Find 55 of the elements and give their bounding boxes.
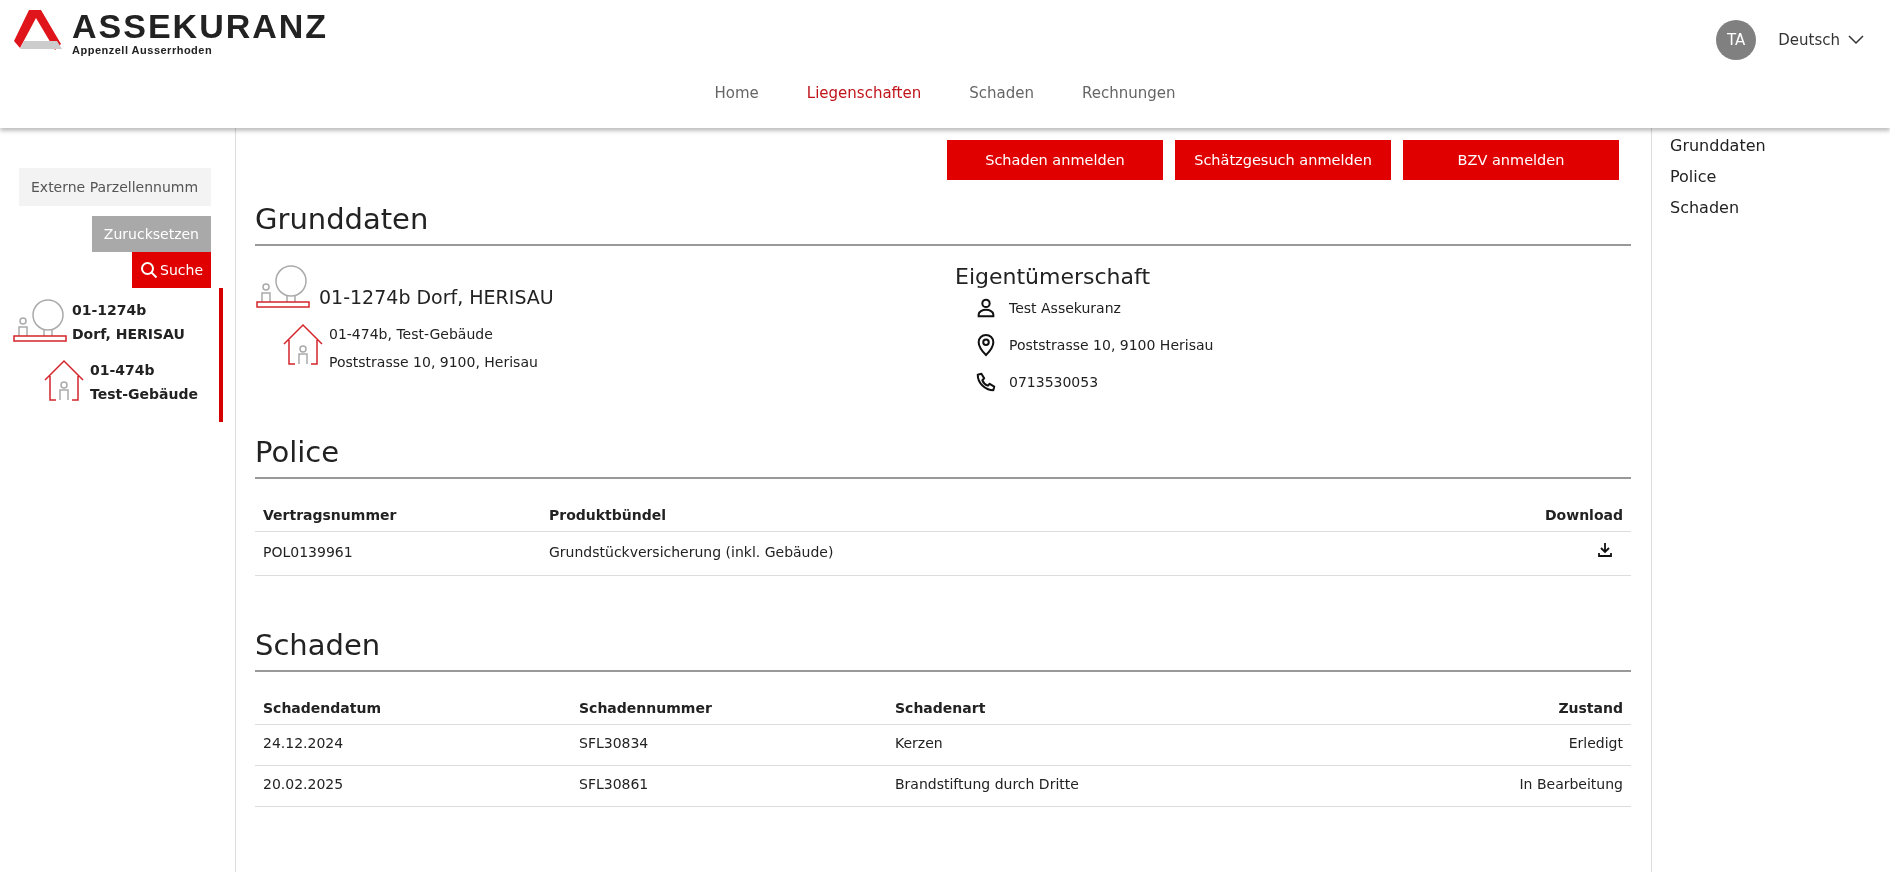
- section-heading: Police: [255, 435, 1631, 479]
- search-button[interactable]: Suche: [132, 252, 211, 288]
- logo-title: ASSEKURANZ: [72, 8, 329, 44]
- owner-detail: Test Assekuranz: [1009, 300, 1121, 316]
- table-cell: 20.02.2025: [263, 776, 344, 792]
- column-header: Zustand: [1558, 700, 1623, 716]
- column-header: Schadenart: [895, 700, 986, 716]
- house-icon: [281, 322, 325, 366]
- person-icon: [975, 297, 997, 319]
- table-cell: SFL30861: [579, 776, 649, 792]
- user-avatar[interactable]: TA: [1716, 20, 1757, 60]
- toc-link[interactable]: Grunddaten: [1670, 136, 1890, 155]
- column-header: Schadendatum: [263, 700, 381, 716]
- building-address: Poststrasse 10, 9100, Herisau: [329, 354, 538, 370]
- parcel-icon: [12, 298, 68, 342]
- action-button[interactable]: BZV anmelden: [1403, 140, 1619, 180]
- table-cell: In Bearbeitung: [1519, 776, 1623, 792]
- toc-link[interactable]: Police: [1670, 167, 1890, 186]
- logo-icon: [14, 8, 64, 52]
- action-button[interactable]: Schaden anmelden: [947, 140, 1163, 180]
- table-cell: Grundstückversicherung (inkl. Gebäude): [549, 543, 834, 560]
- logo-subtitle: Appenzell Ausserrhoden: [72, 44, 214, 56]
- column-header: Vertragsnummer: [263, 507, 397, 523]
- column-header: Schadennummer: [579, 700, 712, 716]
- table-cell: SFL30834: [579, 735, 649, 751]
- phone-icon: [975, 371, 997, 393]
- tree-item[interactable]: 01-474b Test-Gebäude: [90, 358, 198, 406]
- table-cell: Erledigt: [1568, 735, 1623, 751]
- language-dropdown[interactable]: Deutsch: [1778, 31, 1864, 49]
- table-cell: 24.12.2024: [263, 735, 344, 751]
- location-pin-icon: [975, 333, 997, 357]
- owner-detail: Poststrasse 10, 9100 Herisau: [1009, 337, 1214, 353]
- table-cell: POL0139961: [263, 543, 353, 560]
- nav-link[interactable]: Liegenschaften: [806, 84, 922, 102]
- table-cell: Brandstiftung durch Dritte: [895, 776, 1079, 792]
- parcel-icon: [255, 264, 311, 308]
- table-cell: Kerzen: [895, 735, 943, 751]
- tree-item[interactable]: 01-1274b Dorf, HERISAU: [72, 298, 185, 346]
- column-header: Produktbündel: [549, 507, 667, 523]
- parcel-search-field[interactable]: Externe Parzellennumm: [19, 168, 211, 206]
- toc-link[interactable]: Schaden: [1670, 198, 1890, 217]
- chevron-down-icon: [1848, 35, 1864, 45]
- action-button[interactable]: Schätzgesuch anmelden: [1175, 140, 1391, 180]
- column-header: Download: [1544, 507, 1623, 523]
- owner-heading: Eigentümerschaft: [955, 264, 1151, 289]
- nav-link[interactable]: Schaden: [969, 84, 1034, 102]
- section-heading: Schaden: [255, 628, 1631, 672]
- owner-detail: 0713530053: [1009, 374, 1099, 390]
- search-icon: [140, 261, 159, 279]
- parcel-title: 01-1274b Dorf, HERISAU: [319, 286, 554, 308]
- nav-link[interactable]: Home: [714, 84, 759, 102]
- nav-link[interactable]: Rechnungen: [1081, 84, 1176, 102]
- building-name: 01-474b, Test-Gebäude: [329, 326, 494, 342]
- section-heading: Grunddaten: [255, 202, 1631, 246]
- house-icon: [42, 358, 86, 402]
